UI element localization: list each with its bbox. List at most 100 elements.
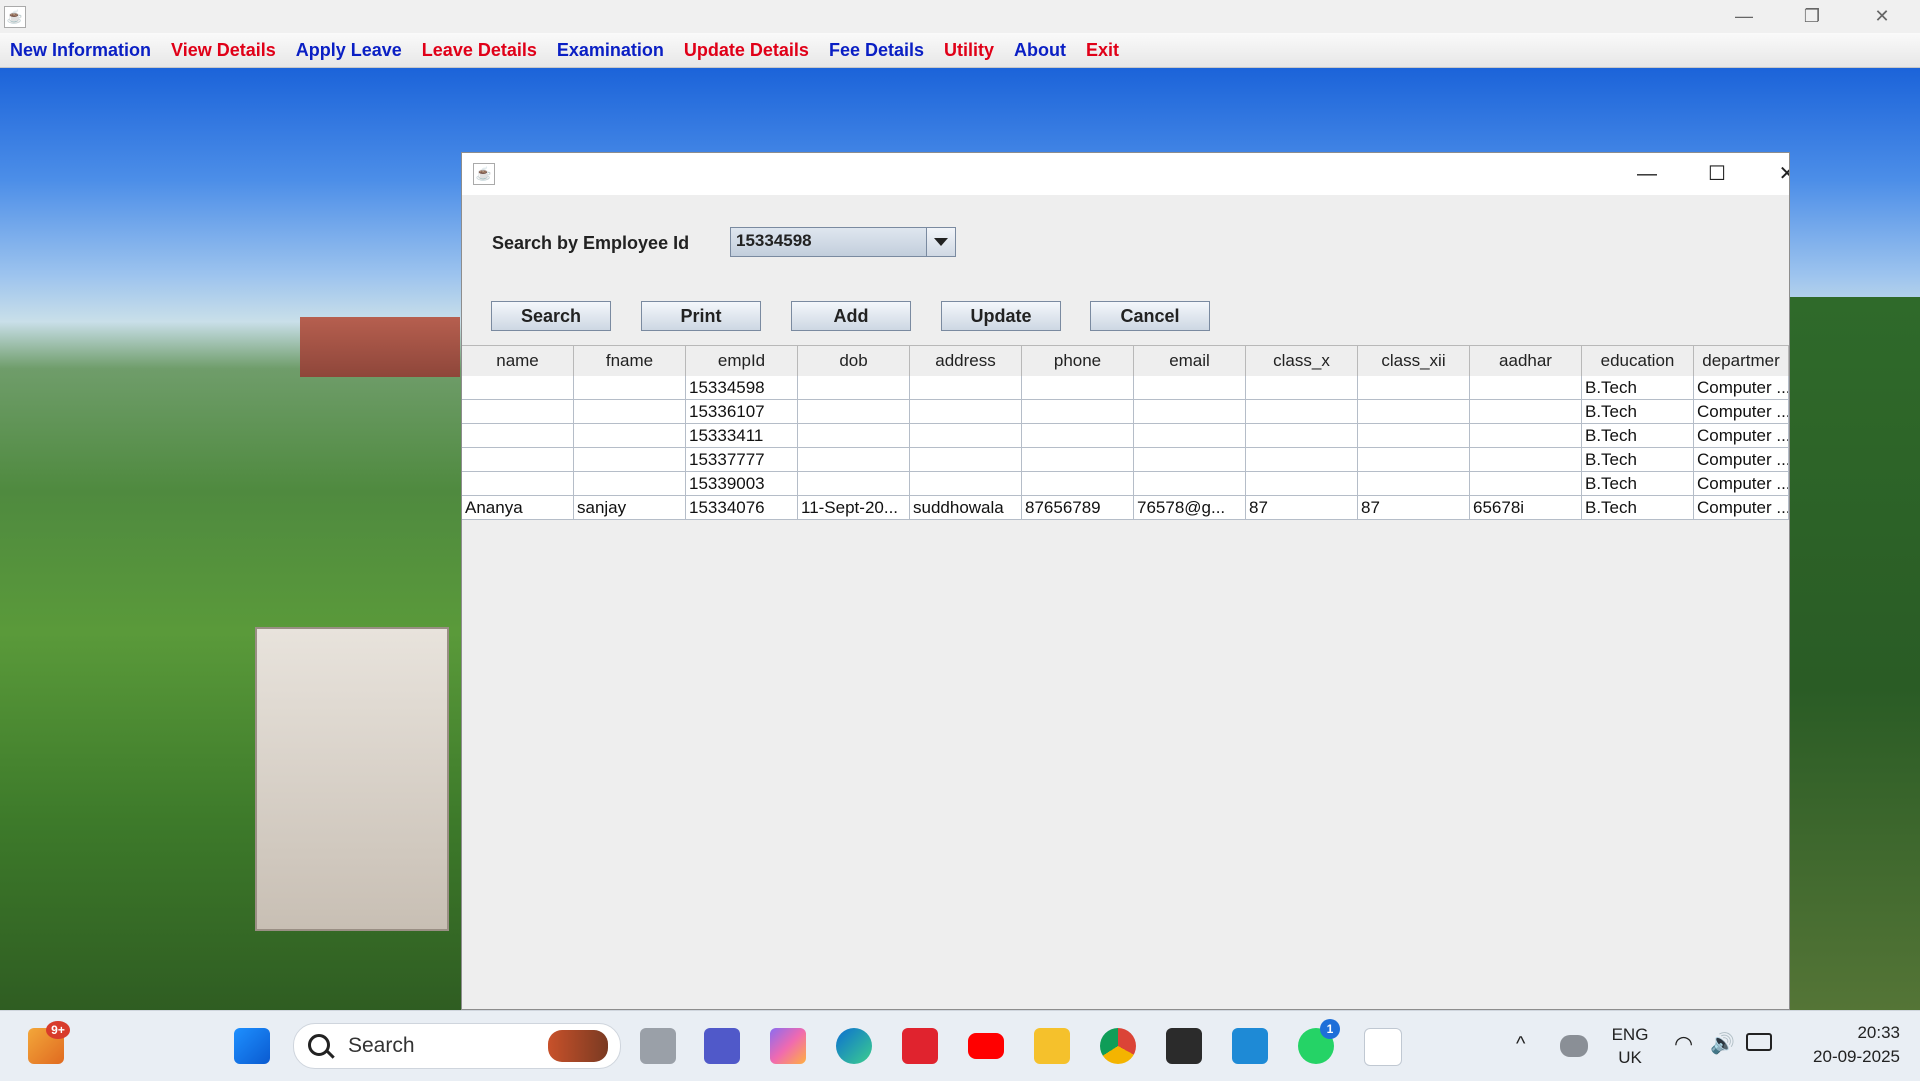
table-row[interactable]: 15337777 B.Tech Computer ...	[462, 448, 1789, 472]
chevron-up-icon[interactable]: ^	[1516, 1033, 1525, 1056]
menu-about[interactable]: About	[1014, 40, 1066, 61]
table-cell-class-x[interactable]	[1246, 400, 1358, 424]
table-cell-email[interactable]: 76578@g...	[1134, 496, 1246, 520]
table-cell-aadhar[interactable]	[1470, 400, 1582, 424]
table-cell-class-x[interactable]	[1246, 376, 1358, 400]
table-cell-empid[interactable]: 15333411	[686, 424, 798, 448]
table-cell-phone[interactable]	[1022, 376, 1134, 400]
volume-icon[interactable]: 🔊	[1710, 1031, 1735, 1056]
table-cell-education[interactable]: B.Tech	[1582, 376, 1694, 400]
table-cell-aadhar[interactable]	[1470, 448, 1582, 472]
table-cell-phone[interactable]	[1022, 424, 1134, 448]
cancel-button[interactable]: Cancel	[1090, 301, 1210, 331]
table-cell-class-xii[interactable]	[1358, 400, 1470, 424]
table-cell-dob[interactable]	[798, 424, 910, 448]
table-cell-name[interactable]	[462, 376, 574, 400]
menu-new-information[interactable]: New Information	[10, 40, 151, 61]
table-cell-empid[interactable]: 15334598	[686, 376, 798, 400]
table-cell-class-xii[interactable]: 87	[1358, 496, 1470, 520]
close-button[interactable]: ✕	[1852, 0, 1912, 33]
table-cell-class-xii[interactable]	[1358, 472, 1470, 496]
table-cell-dob[interactable]	[798, 472, 910, 496]
add-button[interactable]: Add	[791, 301, 911, 331]
table-cell-email[interactable]	[1134, 472, 1246, 496]
table-cell-dob[interactable]	[798, 376, 910, 400]
table-cell-phone[interactable]	[1022, 400, 1134, 424]
table-cell-class-xii[interactable]	[1358, 448, 1470, 472]
terminal-icon[interactable]	[1166, 1028, 1202, 1064]
table-cell-class-x[interactable]	[1246, 424, 1358, 448]
column-header-education[interactable]: education	[1582, 346, 1694, 376]
table-row[interactable]: Ananya sanjay 15334076 11-Sept-20... suddhow…	[462, 496, 1789, 520]
menu-view-details[interactable]: View Details	[171, 40, 276, 61]
table-cell-name[interactable]	[462, 448, 574, 472]
table-cell-phone[interactable]	[1022, 448, 1134, 472]
table-cell-departmer[interactable]: Computer ...	[1694, 400, 1789, 424]
battery-icon[interactable]	[1746, 1033, 1772, 1051]
update-button[interactable]: Update	[941, 301, 1061, 331]
table-cell-address[interactable]: suddhowala	[910, 496, 1022, 520]
menu-exit[interactable]: Exit	[1086, 40, 1119, 61]
vscode-icon[interactable]	[1232, 1028, 1268, 1064]
table-cell-email[interactable]	[1134, 376, 1246, 400]
table-cell-email[interactable]	[1134, 400, 1246, 424]
column-header-name[interactable]: name	[462, 346, 574, 376]
menu-leave-details[interactable]: Leave Details	[422, 40, 537, 61]
table-cell-name[interactable]	[462, 472, 574, 496]
table-cell-departmer[interactable]: Computer ...	[1694, 496, 1789, 520]
table-cell-aadhar[interactable]	[1470, 424, 1582, 448]
table-cell-fname[interactable]	[574, 448, 686, 472]
table-cell-departmer[interactable]: Computer ...	[1694, 472, 1789, 496]
table-cell-dob[interactable]	[798, 448, 910, 472]
table-cell-address[interactable]	[910, 424, 1022, 448]
table-cell-class-xii[interactable]	[1358, 376, 1470, 400]
table-cell-name[interactable]	[462, 400, 574, 424]
file-explorer-icon[interactable]	[1034, 1028, 1070, 1064]
table-cell-address[interactable]	[910, 400, 1022, 424]
table-cell-class-x[interactable]	[1246, 448, 1358, 472]
column-header-address[interactable]: address	[910, 346, 1022, 376]
table-cell-address[interactable]	[910, 376, 1022, 400]
clock-date[interactable]: 20-09-2025	[1790, 1047, 1900, 1067]
table-row[interactable]: 15334598 B.Tech Computer ...	[462, 376, 1789, 400]
column-header-fname[interactable]: fname	[574, 346, 686, 376]
table-cell-email[interactable]	[1134, 424, 1246, 448]
table-body[interactable]: 15334598 B.Tech Computer ... 15336107 B.Tech…	[462, 376, 1789, 520]
table-cell-phone[interactable]	[1022, 472, 1134, 496]
table-cell-departmer[interactable]: Computer ...	[1694, 424, 1789, 448]
column-header-class-x[interactable]: class_x	[1246, 346, 1358, 376]
print-button[interactable]: Print	[641, 301, 761, 331]
column-header-dob[interactable]: dob	[798, 346, 910, 376]
wifi-icon[interactable]: ◠	[1674, 1031, 1693, 1057]
table-cell-name[interactable]: Ananya	[462, 496, 574, 520]
column-header-departmer[interactable]: departmer	[1694, 346, 1789, 376]
table-cell-class-x[interactable]	[1246, 472, 1358, 496]
java-taskbar-icon[interactable]	[1364, 1028, 1402, 1066]
table-cell-departmer[interactable]: Computer ...	[1694, 376, 1789, 400]
table-cell-aadhar[interactable]	[1470, 472, 1582, 496]
table-cell-fname[interactable]: sanjay	[574, 496, 686, 520]
copilot-icon[interactable]	[770, 1028, 806, 1064]
table-cell-class-x[interactable]: 87	[1246, 496, 1358, 520]
minimize-button[interactable]: —	[1714, 0, 1774, 33]
table-cell-education[interactable]: B.Tech	[1582, 448, 1694, 472]
table-cell-fname[interactable]	[574, 376, 686, 400]
table-cell-aadhar[interactable]	[1470, 376, 1582, 400]
restore-button[interactable]: ❐	[1782, 0, 1842, 33]
dialog-close-button[interactable]: ✕	[1752, 153, 1789, 195]
table-cell-email[interactable]	[1134, 448, 1246, 472]
table-cell-class-xii[interactable]	[1358, 424, 1470, 448]
dialog-maximize-button[interactable]: ☐	[1682, 153, 1752, 195]
menu-utility[interactable]: Utility	[944, 40, 994, 61]
menu-examination[interactable]: Examination	[557, 40, 664, 61]
menu-update-details[interactable]: Update Details	[684, 40, 809, 61]
table-cell-name[interactable]	[462, 424, 574, 448]
table-cell-departmer[interactable]: Computer ...	[1694, 448, 1789, 472]
table-cell-empid[interactable]: 15337777	[686, 448, 798, 472]
table-cell-fname[interactable]	[574, 400, 686, 424]
employee-id-dropdown[interactable]: 15334598	[730, 227, 956, 257]
column-header-phone[interactable]: phone	[1022, 346, 1134, 376]
table-cell-education[interactable]: B.Tech	[1582, 424, 1694, 448]
table-cell-fname[interactable]	[574, 472, 686, 496]
clock-time[interactable]: 20:33	[1790, 1023, 1900, 1043]
